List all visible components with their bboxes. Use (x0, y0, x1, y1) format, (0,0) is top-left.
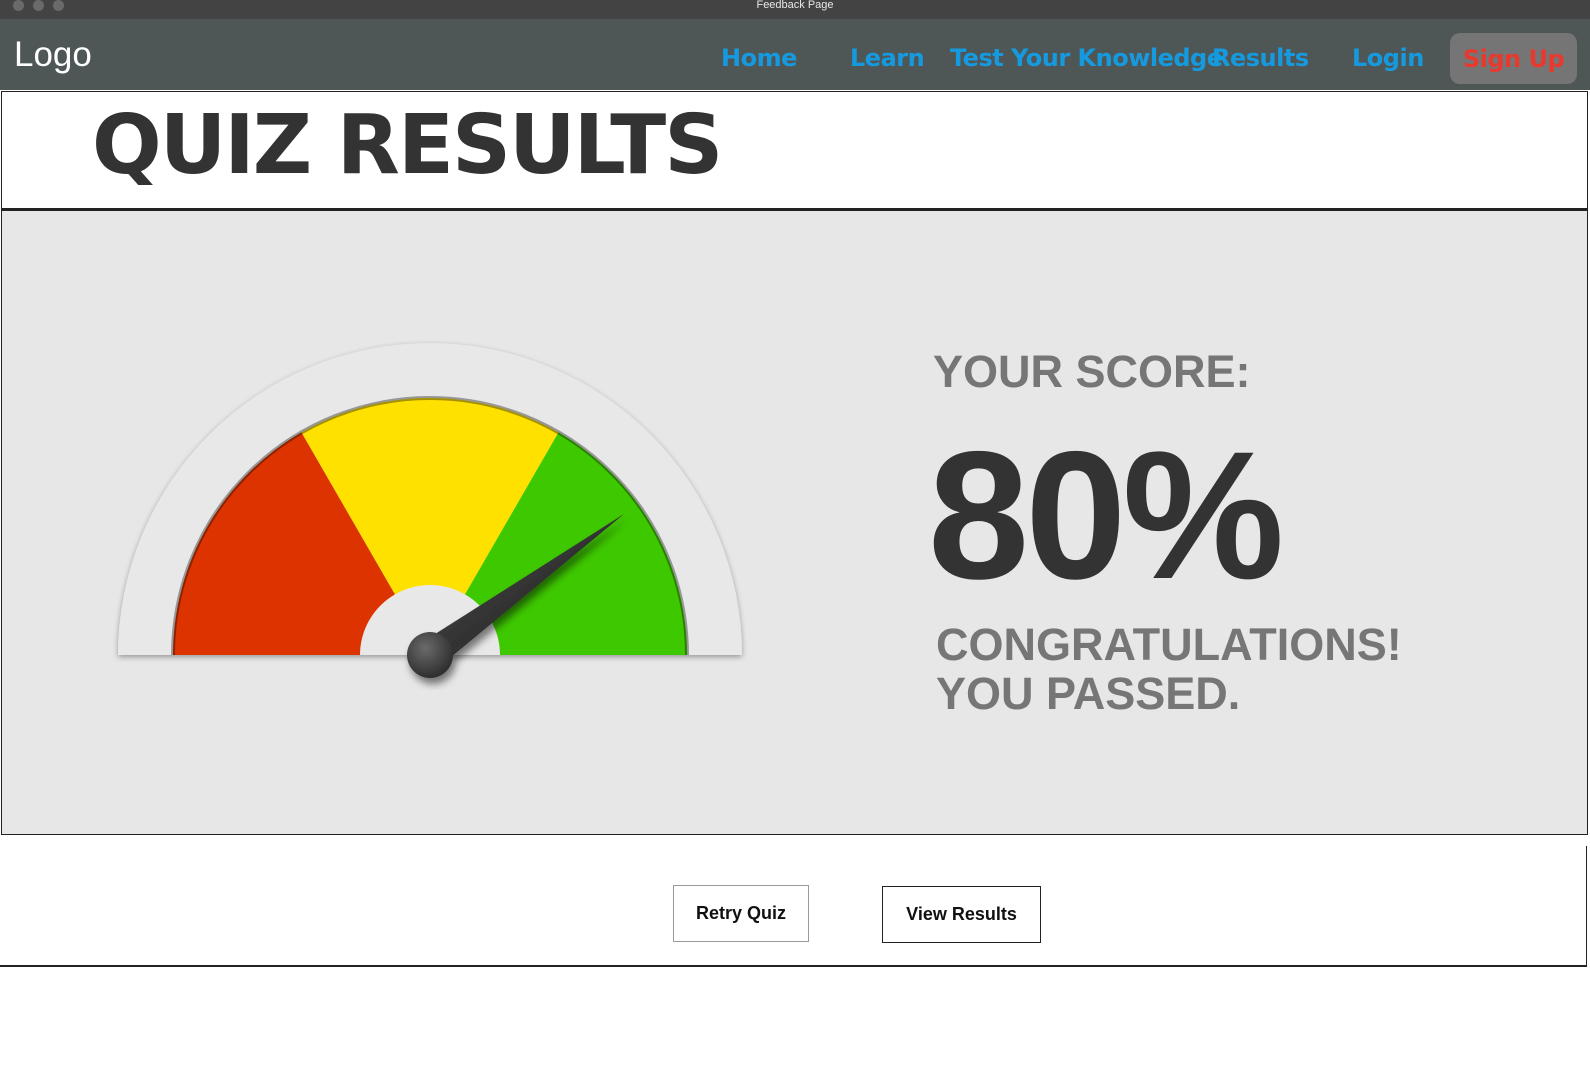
pass-message: CONGRATULATIONS! YOU PASSED. (936, 620, 1402, 718)
window-titlebar: Feedback Page (0, 0, 1590, 19)
retry-quiz-button[interactable]: Retry Quiz (673, 885, 809, 942)
score-value: 80% (928, 413, 1284, 617)
page-title: QUIZ RESULTS (92, 98, 723, 193)
site-logo[interactable]: Logo (14, 35, 92, 75)
sign-up-label: Sign Up (1462, 45, 1565, 73)
gauge-needle-hub (407, 632, 453, 678)
top-navbar: Logo Home Learn Test Your Knowledge Resu… (0, 19, 1590, 90)
nav-link-home[interactable]: Home (721, 43, 797, 73)
score-gauge (118, 343, 742, 678)
sign-up-button[interactable]: Sign Up (1450, 33, 1577, 84)
congrats-line-1: CONGRATULATIONS! (936, 619, 1402, 670)
nav-link-login[interactable]: Login (1352, 43, 1424, 73)
window-title: Feedback Page (756, 0, 834, 11)
nav-link-test-your-knowledge[interactable]: Test Your Knowledge (950, 43, 1223, 73)
nav-link-learn[interactable]: Learn (850, 43, 925, 73)
view-results-button[interactable]: View Results (882, 886, 1041, 943)
congrats-line-2: YOU PASSED. (936, 668, 1241, 719)
score-label: YOUR SCORE: (933, 346, 1251, 397)
nav-link-results[interactable]: Results (1212, 43, 1309, 73)
